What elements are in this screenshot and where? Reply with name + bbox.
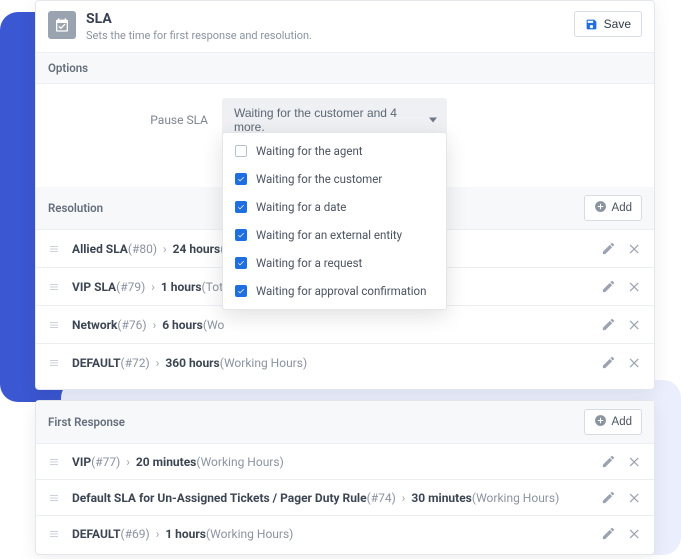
drag-handle-icon[interactable] xyxy=(48,281,60,293)
edit-icon[interactable] xyxy=(601,490,616,505)
row-duration: 1 hours xyxy=(161,280,202,294)
delete-icon[interactable] xyxy=(628,491,642,505)
option-label: Waiting for approval confirmation xyxy=(256,284,426,298)
row-id: (#79) xyxy=(116,280,145,294)
checkbox-icon xyxy=(235,145,247,157)
pause-sla-dropdown-menu: Waiting for the agent Waiting for the cus… xyxy=(222,132,447,310)
save-button[interactable]: Save xyxy=(574,11,642,37)
resolution-add-button[interactable]: Add xyxy=(584,195,642,221)
sla-row: Network (#76)›6 hours (Wo xyxy=(36,305,654,343)
save-button-label: Save xyxy=(604,17,631,31)
pause-sla-option[interactable]: Waiting for approval confirmation xyxy=(223,277,446,305)
checkbox-icon xyxy=(235,201,247,213)
drag-handle-icon[interactable] xyxy=(48,456,60,468)
row-id: (#80) xyxy=(128,242,157,256)
plus-circle-icon xyxy=(594,200,607,216)
row-id: (#77) xyxy=(91,455,120,469)
row-duration: 24 hours xyxy=(173,242,221,256)
first-response-section-header: First Response Add xyxy=(36,401,654,444)
option-label: Waiting for the agent xyxy=(256,144,363,158)
drag-handle-icon[interactable] xyxy=(48,492,60,504)
edit-icon[interactable] xyxy=(601,355,616,370)
option-label: Waiting for the customer xyxy=(256,172,382,186)
pause-sla-label: Pause SLA xyxy=(48,113,208,127)
row-id: (#76) xyxy=(117,318,146,332)
pause-sla-dropdown: Waiting for the customer and 4 more. Wai… xyxy=(222,98,447,142)
drag-handle-icon[interactable] xyxy=(48,243,60,255)
checkbox-icon xyxy=(235,229,247,241)
sla-row: VIP (#77)›20 minutes (Working Hours) xyxy=(36,444,654,479)
add-button-label: Add xyxy=(612,416,632,428)
row-duration: 1 hours xyxy=(165,527,206,541)
sla-row: Default SLA for Un-Assigned Tickets / Pa… xyxy=(36,479,654,515)
plus-circle-icon xyxy=(594,414,607,430)
panel-header: SLA Sets the time for first response and… xyxy=(36,1,654,53)
edit-icon[interactable] xyxy=(601,454,616,469)
row-name: DEFAULT xyxy=(72,356,121,370)
delete-icon[interactable] xyxy=(628,318,642,332)
row-duration: 6 hours xyxy=(162,318,203,332)
sla-row: DEFAULT (#72)›360 hours (Working Hours) xyxy=(36,343,654,381)
row-id: (#69) xyxy=(121,527,150,541)
edit-icon[interactable] xyxy=(601,317,616,332)
drag-handle-icon[interactable] xyxy=(48,528,60,540)
row-id: (#74) xyxy=(367,491,396,505)
options-section-title: Options xyxy=(36,53,654,84)
pause-sla-option[interactable]: Waiting for a request xyxy=(223,249,446,277)
pause-sla-option[interactable]: Waiting for an external entity xyxy=(223,221,446,249)
checkbox-icon xyxy=(235,173,247,185)
delete-icon[interactable] xyxy=(628,280,642,294)
row-name: Default SLA for Un-Assigned Tickets / Pa… xyxy=(72,491,367,505)
sla-panel: SLA Sets the time for first response and… xyxy=(35,0,655,390)
delete-icon[interactable] xyxy=(628,527,642,541)
save-icon xyxy=(585,18,598,31)
row-name: Network xyxy=(72,318,117,332)
drag-handle-icon[interactable] xyxy=(48,357,60,369)
edit-icon[interactable] xyxy=(601,279,616,294)
row-duration: 360 hours xyxy=(165,356,219,370)
row-name: VIP SLA xyxy=(72,280,116,294)
edit-icon[interactable] xyxy=(601,526,616,541)
row-id: (#72) xyxy=(121,356,150,370)
row-name: VIP xyxy=(72,455,91,469)
row-duration: 20 minutes xyxy=(136,455,196,469)
option-label: Waiting for an external entity xyxy=(256,228,402,242)
calendar-check-icon xyxy=(48,11,76,39)
delete-icon[interactable] xyxy=(628,242,642,256)
options-body: Pause SLA Waiting for the customer and 4… xyxy=(36,84,654,187)
pause-sla-option[interactable]: Waiting for the agent xyxy=(223,137,446,165)
row-duration: 30 minutes xyxy=(411,491,471,505)
delete-icon[interactable] xyxy=(628,356,642,370)
row-name: DEFAULT xyxy=(72,527,121,541)
first-response-rows: VIP (#77)›20 minutes (Working Hours) Defa… xyxy=(36,444,654,554)
drag-handle-icon[interactable] xyxy=(48,319,60,331)
option-label: Waiting for a request xyxy=(256,256,362,270)
checkbox-icon xyxy=(235,257,247,269)
sla-row: DEFAULT (#69)›1 hours (Working Hours) xyxy=(36,515,654,551)
first-response-add-button[interactable]: Add xyxy=(584,409,642,435)
pause-sla-option[interactable]: Waiting for a date xyxy=(223,193,446,221)
delete-icon[interactable] xyxy=(628,455,642,469)
checkbox-icon xyxy=(235,285,247,297)
option-label: Waiting for a date xyxy=(256,200,346,214)
first-response-panel: First Response Add VIP (#77)›20 minutes … xyxy=(35,400,655,555)
page-title: SLA xyxy=(86,11,312,27)
add-button-label: Add xyxy=(612,202,632,214)
page-subtitle: Sets the time for first response and res… xyxy=(86,29,312,42)
pause-sla-option[interactable]: Waiting for the customer xyxy=(223,165,446,193)
edit-icon[interactable] xyxy=(601,241,616,256)
row-name: Allied SLA xyxy=(72,242,128,256)
